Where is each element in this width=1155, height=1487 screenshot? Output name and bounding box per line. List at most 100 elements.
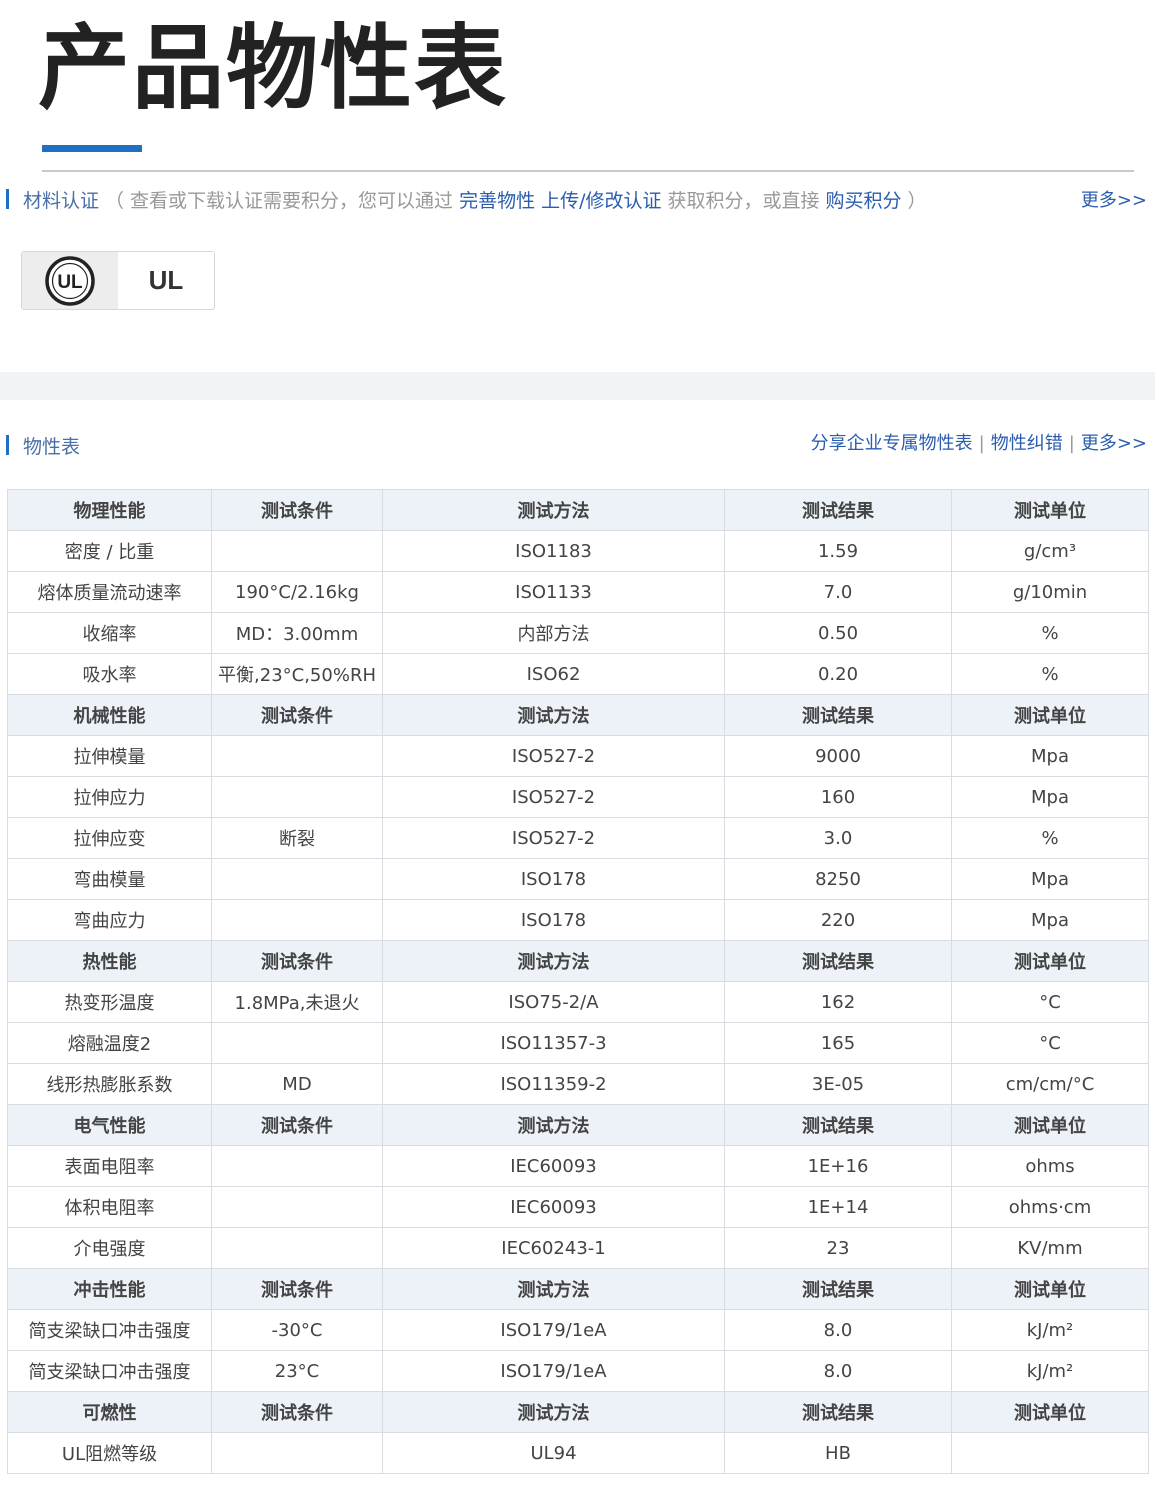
table-cell: 1.59 [724, 530, 952, 572]
title-accent-bar [42, 145, 142, 152]
table-row: 介电强度 IEC60243-1 23 KV/mm [7, 1227, 1149, 1269]
table-cell: MD [211, 1063, 383, 1105]
table-cell: ISO1133 [382, 571, 725, 613]
table-row: 吸水率 平衡,23°C,50%RH ISO62 0.20% [7, 653, 1149, 695]
table-row: 拉伸应力 ISO527-2 160 Mpa [7, 776, 1149, 818]
table-cell: 1E+14 [724, 1186, 952, 1228]
group-header-cell: 测试单位 [951, 1268, 1149, 1310]
table-cell: 9000 [724, 735, 952, 777]
table-cell: 1.8MPa,未退火 [211, 981, 383, 1023]
report-error-link[interactable]: 物性纠错 [991, 433, 1063, 454]
table-cell: ISO179/1eA [382, 1350, 725, 1392]
table-row: 体积电阻率 IEC60093 1E+14 ohms·cm [7, 1186, 1149, 1228]
table-cell: 内部方法 [382, 612, 725, 654]
group-header-cell: 测试方法 [382, 1268, 725, 1310]
section-marker [6, 189, 9, 209]
group-header-cell: 测试条件 [211, 1391, 383, 1433]
ul-logo-text: UL [57, 272, 83, 293]
table-row: 表面电阻率 IEC60093 1E+16 ohms [7, 1145, 1149, 1187]
table-cell: 断裂 [211, 817, 383, 859]
table-cell: ISO62 [382, 653, 725, 695]
section-separator [0, 372, 1155, 400]
table-cell: 8.0 [724, 1309, 952, 1351]
table-cell: 7.0 [724, 571, 952, 613]
group-header-cell: 测试单位 [951, 694, 1149, 736]
table-cell: ISO11357-3 [382, 1022, 725, 1064]
table-cell: ISO527-2 [382, 735, 725, 777]
group-header-cell: 热性能 [7, 940, 212, 982]
share-sheet-link[interactable]: 分享企业专属物性表 [811, 433, 973, 454]
group-header-cell: 测试方法 [382, 489, 725, 531]
table-cell: ISO75-2/A [382, 981, 725, 1023]
table-group-header: 物理性能 测试条件 测试方法 测试结果 测试单位 [7, 489, 1149, 531]
table-group-header: 冲击性能 测试条件 测试方法 测试结果 测试单位 [7, 1268, 1149, 1310]
table-cell: Mpa [951, 858, 1149, 900]
table-cell: 8.0 [724, 1350, 952, 1392]
table-cell: 体积电阻率 [7, 1186, 212, 1228]
table-cell [211, 858, 383, 900]
group-header-cell: 测试条件 [211, 1104, 383, 1146]
table-cell: 165 [724, 1022, 952, 1064]
table-cell: kJ/m² [951, 1350, 1149, 1392]
table-row: 密度 / 比重 ISO1183 1.59 g/cm³ [7, 530, 1149, 572]
properties-links: 分享企业专属物性表 | 物性纠错 | 更多>> [811, 429, 1147, 455]
table-row: 热变形温度 1.8MPa,未退火 ISO75-2/A 162 °C [7, 981, 1149, 1023]
table-cell: g/cm³ [951, 530, 1149, 572]
table-cell: 热变形温度 [7, 981, 212, 1023]
table-group-header: 热性能 测试条件 测试方法 测试结果 测试单位 [7, 940, 1149, 982]
table-cell: % [951, 817, 1149, 859]
properties-more-link[interactable]: 更多>> [1081, 433, 1147, 454]
table-row: 弯曲应力 ISO178 220 Mpa [7, 899, 1149, 941]
table-cell: kJ/m² [951, 1309, 1149, 1351]
certification-more-link[interactable]: 更多>> [1081, 186, 1147, 212]
table-cell: 拉伸应力 [7, 776, 212, 818]
table-cell: 23°C [211, 1350, 383, 1392]
table-cell: °C [951, 1022, 1149, 1064]
page-title: 产品物性表 [38, 15, 509, 122]
table-cell [211, 1186, 383, 1228]
table-cell: % [951, 653, 1149, 695]
table-cell: 密度 / 比重 [7, 530, 212, 572]
properties-header: 物性表 [6, 432, 80, 458]
ul-certification-badge[interactable]: UL UL [21, 251, 215, 310]
table-cell [211, 735, 383, 777]
certification-note-suffix: ） [907, 189, 927, 212]
table-row: 熔体质量流动速率 190°C/2.16kg ISO1133 7.0 g/10min [7, 571, 1149, 613]
properties-label: 物性表 [23, 435, 81, 458]
table-group-header: 机械性能 测试条件 测试方法 测试结果 测试单位 [7, 694, 1149, 736]
table-row: 简支梁缺口冲击强度 23°C ISO179/1eA 8.0 kJ/m² [7, 1350, 1149, 1392]
table-row: 弯曲模量 ISO178 8250 Mpa [7, 858, 1149, 900]
table-cell: cm/cm/°C [951, 1063, 1149, 1105]
table-row: UL阻燃等级 UL94 HB [7, 1432, 1149, 1474]
table-cell: 熔融温度2 [7, 1022, 212, 1064]
group-header-cell: 测试条件 [211, 694, 383, 736]
table-cell: 3.0 [724, 817, 952, 859]
improve-upload-link[interactable]: 完善物性 上传/修改认证 [459, 186, 661, 213]
badge-label: UL [148, 265, 184, 295]
table-cell: Mpa [951, 735, 1149, 777]
certification-note-mid: 获取积分，或直接 [667, 189, 820, 212]
table-cell [211, 1022, 383, 1064]
table-cell: IEC60243-1 [382, 1227, 725, 1269]
table-group-header: 电气性能 测试条件 测试方法 测试结果 测试单位 [7, 1104, 1149, 1146]
table-cell: 190°C/2.16kg [211, 571, 383, 613]
group-header-cell: 测试条件 [211, 489, 383, 531]
table-cell: 0.20 [724, 653, 952, 695]
table-cell: °C [951, 981, 1149, 1023]
group-header-cell: 测试结果 [724, 1268, 952, 1310]
table-cell: 弯曲模量 [7, 858, 212, 900]
table-row: 收缩率 MD：3.00mm 内部方法 0.50% [7, 612, 1149, 654]
buy-points-link[interactable]: 购买积分 [826, 186, 902, 213]
table-cell: Mpa [951, 776, 1149, 818]
table-group-header: 可燃性 测试条件 测试方法 测试结果 测试单位 [7, 1391, 1149, 1433]
table-cell: -30°C [211, 1309, 383, 1351]
properties-table: 物理性能 测试条件 测试方法 测试结果 测试单位 密度 / 比重 ISO1183 1.59 g/… [7, 489, 1149, 1474]
table-cell: 0.50 [724, 612, 952, 654]
table-cell: 简支梁缺口冲击强度 [7, 1309, 212, 1351]
table-cell: ISO178 [382, 858, 725, 900]
table-cell: UL阻燃等级 [7, 1432, 212, 1474]
link-separator: | [1068, 433, 1075, 454]
table-cell: 162 [724, 981, 952, 1023]
table-cell: ohms·cm [951, 1186, 1149, 1228]
table-cell: ISO527-2 [382, 817, 725, 859]
